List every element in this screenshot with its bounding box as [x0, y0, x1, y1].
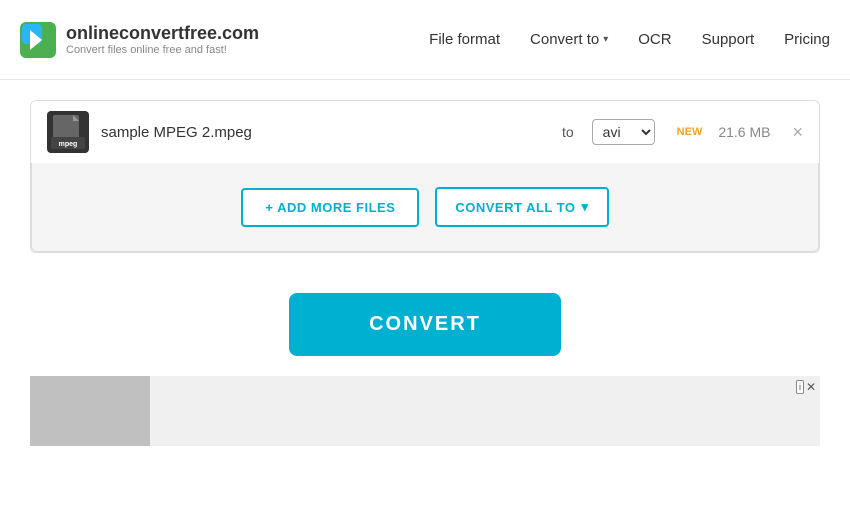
nav-convert-to-label: Convert to	[530, 31, 599, 48]
nav: File format Convert to ▾ OCR Support Pri…	[429, 31, 830, 48]
logo-title: onlineconvertfree.com	[66, 23, 259, 44]
format-select[interactable]: avi mp4 mov mkv wmv	[592, 119, 655, 145]
ad-close-button[interactable]: ✕	[806, 380, 816, 394]
file-section: mpeg sample MPEG 2.mpeg to avi mp4 mov m…	[30, 100, 820, 253]
nav-convert-to[interactable]: Convert to ▾	[530, 31, 608, 48]
nav-file-format[interactable]: File format	[429, 31, 500, 48]
chevron-down-icon: ▾	[603, 34, 608, 45]
convert-label: CONVERT	[369, 313, 481, 335]
logo-text-block: onlineconvertfree.com Convert files onli…	[66, 23, 259, 56]
nav-pricing[interactable]: Pricing	[784, 31, 830, 48]
file-name: sample MPEG 2.mpeg	[101, 124, 550, 141]
ad-info-icon: i	[796, 380, 804, 394]
file-row: mpeg sample MPEG 2.mpeg to avi mp4 mov m…	[47, 101, 803, 163]
file-card: mpeg sample MPEG 2.mpeg to avi mp4 mov m…	[31, 101, 819, 163]
ad-center-block	[150, 376, 820, 446]
ad-left-block	[30, 376, 150, 446]
mpeg-file-icon: mpeg	[51, 113, 85, 151]
add-more-files-button[interactable]: + ADD MORE FILES	[241, 188, 419, 227]
nav-pricing-label: Pricing	[784, 31, 830, 48]
file-size: 21.6 MB	[718, 124, 770, 140]
add-more-files-label: + ADD MORE FILES	[265, 200, 395, 215]
logo-area: onlineconvertfree.com Convert files onli…	[20, 22, 259, 58]
nav-support[interactable]: Support	[702, 31, 755, 48]
convert-button[interactable]: CONVERT	[289, 293, 561, 356]
ad-badge: i ✕	[796, 380, 816, 394]
convert-all-button[interactable]: CONVERT ALL TO ▾	[435, 187, 608, 227]
file-icon: mpeg	[47, 111, 89, 153]
svg-text:mpeg: mpeg	[59, 141, 78, 148]
logo-icon	[20, 22, 56, 58]
nav-ocr-label: OCR	[638, 31, 671, 48]
nav-ocr[interactable]: OCR	[638, 31, 671, 48]
convert-all-label: CONVERT ALL TO	[455, 200, 575, 215]
bottom-panel: + ADD MORE FILES CONVERT ALL TO ▾	[31, 163, 819, 252]
header: onlineconvertfree.com Convert files onli…	[0, 0, 850, 80]
remove-file-button[interactable]: ×	[792, 123, 803, 141]
ad-area: i ✕	[30, 376, 820, 446]
convert-all-chevron-icon: ▾	[582, 199, 589, 215]
nav-file-format-label: File format	[429, 31, 500, 48]
convert-section: CONVERT	[30, 293, 820, 356]
to-label: to	[562, 124, 574, 140]
new-badge: NEW	[677, 126, 703, 138]
logo-subtitle: Convert files online free and fast!	[66, 44, 259, 56]
main-content: mpeg sample MPEG 2.mpeg to avi mp4 mov m…	[0, 80, 850, 466]
nav-support-label: Support	[702, 31, 755, 48]
